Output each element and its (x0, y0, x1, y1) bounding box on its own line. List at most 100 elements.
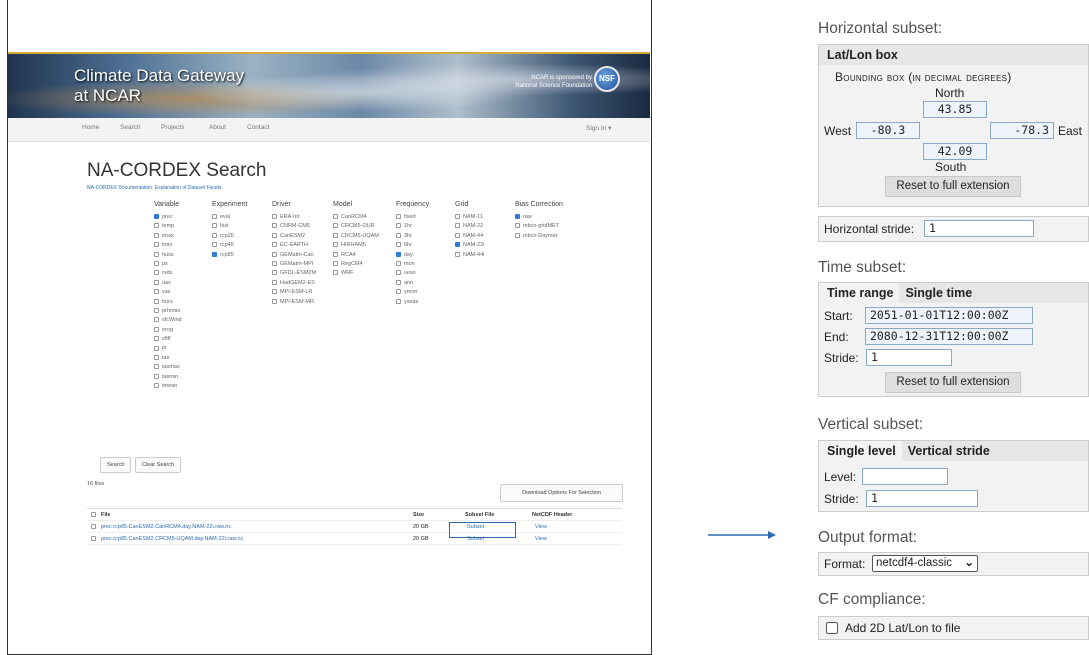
facet-option[interactable]: CanRCM4 (333, 213, 379, 222)
checkbox-icon[interactable] (272, 214, 277, 220)
checkbox-icon[interactable] (212, 223, 217, 229)
facet-option[interactable]: CNRM-CM5 (272, 222, 316, 231)
checkbox-icon[interactable] (154, 232, 159, 238)
nav-sign-in[interactable]: Sign In ▾ (586, 124, 611, 132)
tab-latlon-box[interactable]: Lat/Lon box (819, 45, 1088, 65)
checkbox-icon[interactable] (154, 336, 159, 342)
facet-option[interactable]: 6hr (396, 241, 418, 250)
facet-option[interactable]: hist (212, 222, 234, 231)
nav-search[interactable]: Search (120, 124, 141, 131)
checkbox-icon[interactable] (154, 298, 159, 304)
checkbox-icon[interactable] (154, 364, 159, 370)
checkbox-icon[interactable] (455, 232, 460, 238)
checkbox-icon[interactable] (272, 232, 277, 238)
select-all-checkbox[interactable] (91, 509, 99, 521)
checkbox-icon[interactable] (154, 326, 159, 332)
file-link[interactable]: prec.rcp85.CanESM2.CanRCM4.day.NAM-22i.r… (101, 521, 231, 533)
facet-option[interactable]: tmin (154, 241, 182, 250)
facet-option[interactable]: ERA-Int (272, 213, 316, 222)
south-input[interactable]: 42.09 (923, 143, 987, 160)
clear-search-button[interactable]: Clear Search (135, 457, 182, 473)
facet-option[interactable]: CRCM5-OUR (333, 222, 379, 231)
checkbox-icon[interactable] (396, 261, 401, 266)
facet-option[interactable]: MPI-ESM-MR (272, 298, 316, 307)
reset-time-button[interactable]: Reset to full extension (885, 372, 1021, 393)
checkbox-icon[interactable] (333, 270, 338, 276)
facet-option[interactable]: RegCM4 (333, 260, 379, 269)
search-button[interactable]: Search (100, 457, 132, 473)
facet-option[interactable]: NAM-22 (455, 222, 484, 231)
facet-option[interactable]: seas (396, 269, 418, 278)
reset-horizontal-button[interactable]: Reset to full extension (885, 176, 1021, 197)
checkbox-icon[interactable] (154, 261, 159, 266)
checkbox-icon[interactable] (154, 345, 159, 351)
checkbox-icon[interactable] (154, 279, 159, 285)
facet-option[interactable]: temp (154, 222, 182, 231)
checkbox-icon[interactable] (212, 214, 217, 220)
checkbox-icon[interactable] (212, 232, 217, 238)
checkbox-icon[interactable] (396, 279, 401, 285)
checkbox-icon[interactable] (333, 261, 338, 266)
facet-option[interactable]: HIRHAM5 (333, 241, 379, 250)
checkbox-icon[interactable] (154, 317, 159, 323)
row-checkbox[interactable] (91, 533, 99, 545)
checkbox-icon[interactable] (272, 279, 277, 285)
facet-option[interactable]: tasmax (154, 363, 182, 372)
checkbox-icon[interactable] (333, 251, 338, 257)
nav-about[interactable]: About (209, 124, 226, 131)
checkbox-icon[interactable] (154, 307, 159, 313)
facet-option[interactable]: ann (396, 279, 418, 288)
checkbox-icon[interactable] (272, 251, 277, 257)
nav-contact[interactable]: Contact (247, 124, 269, 131)
checkbox-icon[interactable] (272, 261, 277, 266)
checkbox-icon[interactable] (396, 289, 401, 295)
horizontal-stride-input[interactable]: 1 (924, 220, 1034, 237)
facet-option[interactable]: tas (154, 354, 182, 363)
facet-option[interactable]: sftlf (154, 335, 182, 344)
facet-option[interactable]: CanESM2 (272, 232, 316, 241)
download-options-button[interactable]: Download Options For Selection (500, 484, 623, 502)
checkbox-icon[interactable] (396, 223, 401, 229)
facet-option[interactable]: sfcWind (154, 316, 182, 325)
checked-checkbox-icon[interactable] (455, 242, 460, 248)
facet-option[interactable]: mon (396, 260, 418, 269)
east-input[interactable]: -78.3 (990, 122, 1054, 139)
checked-checkbox-icon[interactable] (515, 214, 520, 220)
facet-option[interactable]: day (396, 251, 418, 260)
checkbox-icon[interactable] (333, 242, 338, 248)
facet-option[interactable]: HadGEM2-ES (272, 279, 316, 288)
level-input[interactable] (862, 468, 948, 485)
facet-option[interactable]: mbcn-gridMET (515, 222, 559, 231)
checkbox-icon[interactable] (154, 383, 159, 389)
gateway-title[interactable]: Climate Data Gateway at NCAR (74, 66, 244, 106)
facet-option[interactable]: 1hr (396, 222, 418, 231)
time-stride-input[interactable]: 1 (866, 349, 952, 366)
north-input[interactable]: 43.85 (923, 101, 987, 118)
facet-option[interactable]: eval (212, 213, 234, 222)
facet-option[interactable]: EC-EARTH (272, 241, 316, 250)
facet-option[interactable]: prhmax (154, 307, 182, 316)
checkbox-icon[interactable] (272, 289, 277, 295)
checkbox-icon[interactable] (154, 251, 159, 257)
facet-option[interactable]: ymon (396, 288, 418, 297)
facet-option[interactable]: GEMatm-Can (272, 251, 316, 260)
facet-option[interactable]: pr (154, 344, 182, 353)
facet-option[interactable]: tasmin (154, 373, 182, 382)
facet-option[interactable]: 3hr (396, 232, 418, 241)
facet-option[interactable]: RCA4 (333, 251, 379, 260)
facet-option[interactable]: tmean (154, 382, 182, 391)
checkbox-icon[interactable] (272, 242, 277, 248)
checkbox-icon[interactable] (455, 223, 460, 229)
time-start-input[interactable]: 2051-01-01T12:00:00Z (865, 307, 1033, 324)
facet-option[interactable]: rcp26 (212, 232, 234, 241)
tab-vertical-stride[interactable]: Vertical stride (902, 441, 996, 461)
facet-option[interactable]: NAM-11 (455, 213, 484, 222)
checkbox-icon[interactable] (154, 289, 159, 295)
nav-home[interactable]: Home (82, 124, 99, 131)
facet-option[interactable]: mbcn-Daymet (515, 232, 559, 241)
facet-option[interactable]: NAM-22i (455, 241, 484, 250)
facet-option[interactable]: raw (515, 213, 559, 222)
checkbox-icon[interactable] (333, 223, 338, 229)
checkbox-icon[interactable] (455, 214, 460, 220)
tab-single-level[interactable]: Single level (819, 441, 902, 461)
